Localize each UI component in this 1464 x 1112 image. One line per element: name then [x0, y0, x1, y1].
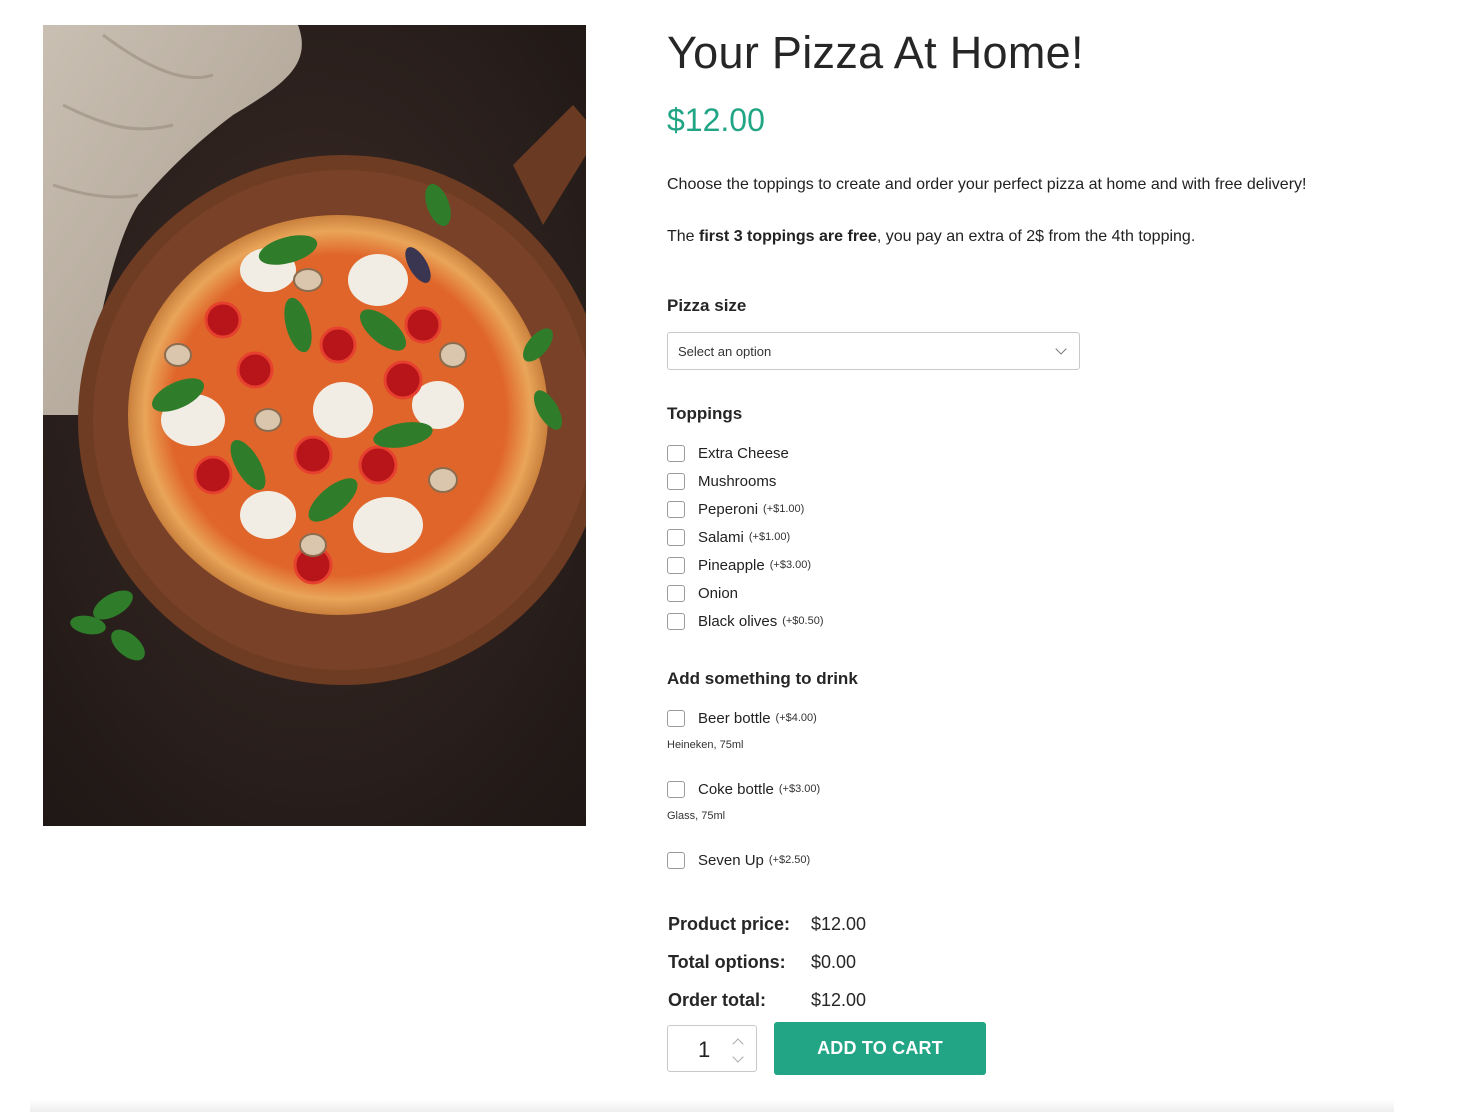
footer-shadow	[30, 1100, 1394, 1112]
product-summary: Your Pizza At Home! $12.00 Choose the to…	[667, 25, 1427, 1010]
topping-extra-price: (+$0.50)	[782, 615, 824, 627]
drink-extra-price: (+$4.00)	[775, 712, 817, 724]
checkbox[interactable]	[667, 851, 685, 869]
drink-name: Beer bottle	[698, 709, 771, 727]
checkbox[interactable]	[667, 472, 685, 490]
topping-option[interactable]: Peperoni (+$1.00)	[667, 499, 804, 519]
topping-extra-price: (+$1.00)	[748, 531, 791, 543]
chevron-up-icon[interactable]	[732, 1038, 744, 1050]
drink-note: Glass, 75ml	[667, 810, 726, 822]
options-total-value: $0.00	[811, 951, 857, 972]
drink-option[interactable]: Coke bottle (+$3.00)	[667, 779, 820, 799]
free-note-suffix: , you pay an extra of 2$ from the 4th to…	[876, 228, 1196, 245]
drink-option[interactable]: Seven Up (+$2.50)	[667, 850, 810, 870]
checkbox[interactable]	[667, 444, 685, 462]
toppings-label: Toppings	[667, 404, 743, 423]
options-total-label: Total options:	[668, 951, 786, 972]
checkbox[interactable]	[667, 500, 685, 518]
product-price-row: Product price: $12.00	[668, 912, 866, 936]
options-total-row: Total options: $0.00	[668, 950, 856, 974]
pizza-size-selected: Select an option	[678, 343, 772, 359]
product-title: Your Pizza At Home!	[667, 27, 1084, 78]
topping-extra-price: (+$3.00)	[769, 559, 812, 571]
product-price-value: $12.00	[811, 913, 867, 934]
add-to-cart-button[interactable]: ADD TO CART	[774, 1022, 986, 1075]
drink-extra-price: (+$3.00)	[778, 783, 821, 795]
topping-name: Onion	[698, 584, 739, 602]
checkbox[interactable]	[667, 709, 685, 727]
chevron-down-icon[interactable]	[732, 1051, 744, 1063]
topping-option[interactable]: Mushrooms	[667, 471, 776, 491]
pizza-size-select[interactable]: Select an option	[667, 332, 1080, 370]
order-total-value: $12.00	[811, 989, 867, 1010]
checkbox[interactable]	[667, 584, 685, 602]
product-image[interactable]	[43, 25, 586, 826]
order-total-label: Order total:	[668, 989, 767, 1010]
quantity-stepper[interactable]: 1	[667, 1025, 757, 1072]
product-price: $12.00	[667, 102, 765, 138]
drinks-label: Add something to drink	[667, 669, 858, 688]
drink-option[interactable]: Beer bottle (+$4.00)	[667, 708, 817, 728]
drink-note: Heineken, 75ml	[667, 739, 744, 751]
topping-option[interactable]: Salami (+$1.00)	[667, 527, 790, 547]
drink-extra-price: (+$2.50)	[768, 854, 811, 866]
order-total-row: Order total: $12.00	[668, 988, 866, 1012]
topping-option[interactable]: Extra Cheese	[667, 443, 789, 463]
product-price-label: Product price:	[668, 913, 791, 934]
topping-extra-price: (+$1.00)	[763, 503, 805, 515]
topping-name: Mushrooms	[698, 472, 777, 490]
chevron-down-icon	[1055, 343, 1067, 355]
checkbox[interactable]	[667, 556, 685, 574]
topping-option[interactable]: Onion	[667, 583, 738, 603]
free-note-prefix: The	[667, 228, 700, 245]
quantity-value: 1	[698, 1037, 711, 1062]
product-description: Choose the toppings to create and order …	[667, 176, 1307, 193]
checkbox[interactable]	[667, 780, 685, 798]
topping-name: Black olives	[698, 612, 778, 630]
topping-name: Salami	[698, 528, 744, 546]
free-toppings-note: The first 3 toppings are free, you pay a…	[667, 228, 1195, 246]
topping-name: Pineapple	[698, 556, 765, 574]
drink-name: Coke bottle	[698, 780, 774, 798]
topping-option[interactable]: Black olives (+$0.50)	[667, 611, 823, 631]
pizza-size-label: Pizza size	[667, 296, 747, 315]
topping-name: Peperoni	[698, 500, 759, 518]
topping-option[interactable]: Pineapple (+$3.00)	[667, 555, 811, 575]
drink-name: Seven Up	[698, 851, 764, 869]
checkbox[interactable]	[667, 528, 685, 546]
topping-name: Extra Cheese	[698, 444, 789, 462]
free-note-bold: first 3 toppings are free	[699, 228, 877, 245]
checkbox[interactable]	[667, 612, 685, 630]
